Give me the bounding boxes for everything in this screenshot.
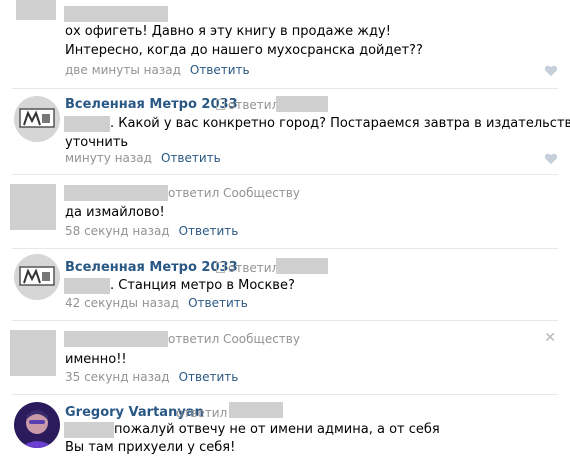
avatar-vselennaya-metro[interactable] — [14, 96, 60, 142]
replied-label: ответил Сообществу — [168, 332, 300, 346]
heart-icon[interactable] — [544, 64, 558, 78]
comment-3: ответил Сообществу да измайлово! 58 секу… — [0, 174, 570, 248]
comment-meta: две минуты назад Ответить — [65, 63, 250, 77]
comment-5: ответил Сообществу ✕ именно!! 35 секунд … — [0, 320, 570, 394]
avatar-vselennaya-metro[interactable] — [14, 254, 60, 300]
comment-2: Вселенная Метро 2033 ответил . Какой у в… — [0, 88, 570, 174]
redacted-author-name — [64, 185, 168, 201]
comment-text-line-1: пожалуй отвечу не от имени админа, а от … — [114, 422, 440, 437]
replied-label: ответил — [212, 98, 279, 112]
comment-time[interactable]: 42 секунды назад — [65, 296, 179, 310]
redacted-mention — [64, 116, 110, 132]
metro-logo-icon — [14, 96, 60, 142]
replied-text: ответил — [176, 406, 228, 420]
reply-link[interactable]: Ответить — [179, 224, 239, 238]
comment-text-line-2: Вы там прихуели у себя! — [65, 440, 236, 455]
reply-link[interactable]: Ответить — [179, 370, 239, 384]
comment-text-line-1: да измайлово! — [65, 205, 165, 220]
redacted-author-name — [64, 6, 168, 22]
comment-time[interactable]: две минуты назад — [65, 63, 181, 77]
lock-icon — [216, 262, 225, 273]
close-icon[interactable]: ✕ — [544, 330, 556, 346]
replied-label: ответил — [212, 261, 279, 275]
redacted-recipient — [229, 402, 283, 418]
comment-4: Вселенная Метро 2033 ответил . Станция м… — [0, 248, 570, 320]
comment-meta: 42 секунды назад Ответить — [65, 296, 248, 310]
comment-meta: 58 секунд назад Ответить — [65, 224, 238, 238]
heart-icon[interactable] — [544, 152, 558, 166]
comment-time[interactable]: 35 секунд назад — [65, 370, 170, 384]
reply-link[interactable]: Ответить — [190, 63, 250, 77]
comment-time[interactable]: 58 секунд назад — [65, 224, 170, 238]
replied-text: ответил — [228, 261, 280, 275]
comment-6: Gregory Vartanyan ответил пожалуй отвечу… — [0, 394, 570, 457]
avatar-gregory-vartanyan[interactable] — [14, 402, 60, 448]
comment-meta: минуту назад Ответить — [65, 151, 221, 165]
user-photo-icon — [14, 402, 60, 448]
avatar-redacted[interactable] — [10, 184, 56, 230]
reply-link[interactable]: Ответить — [188, 296, 248, 310]
comment-text-line-2: уточнить — [65, 135, 129, 150]
avatar-redacted[interactable] — [16, 0, 56, 20]
comment-1: ох офигеть! Давно я эту книгу в продаже … — [0, 0, 570, 88]
comment-meta: 35 секунд назад Ответить — [65, 370, 238, 384]
replied-label: ответил Сообществу — [168, 186, 300, 200]
comment-text-line-1: именно!! — [65, 352, 127, 367]
comment-text-line-1: . Станция метро в Москве? — [110, 278, 295, 293]
avatar-redacted[interactable] — [10, 330, 56, 376]
redacted-mention — [64, 422, 114, 438]
redacted-mention — [64, 278, 110, 294]
comment-time[interactable]: минуту назад — [65, 151, 152, 165]
redacted-author-name — [64, 331, 168, 347]
replied-text: ответил — [228, 98, 280, 112]
comment-text-line-1: . Какой у вас конкретно город? Постараем… — [110, 116, 570, 131]
redacted-recipient — [276, 96, 328, 112]
reply-link[interactable]: Ответить — [161, 151, 221, 165]
redacted-recipient — [276, 258, 328, 274]
comment-text-line-2: Интересно, когда до нашего мухосранска д… — [65, 43, 423, 58]
metro-logo-icon — [14, 254, 60, 300]
lock-icon — [216, 99, 225, 110]
comment-text-line-1: ох офигеть! Давно я эту книгу в продаже … — [65, 24, 391, 39]
